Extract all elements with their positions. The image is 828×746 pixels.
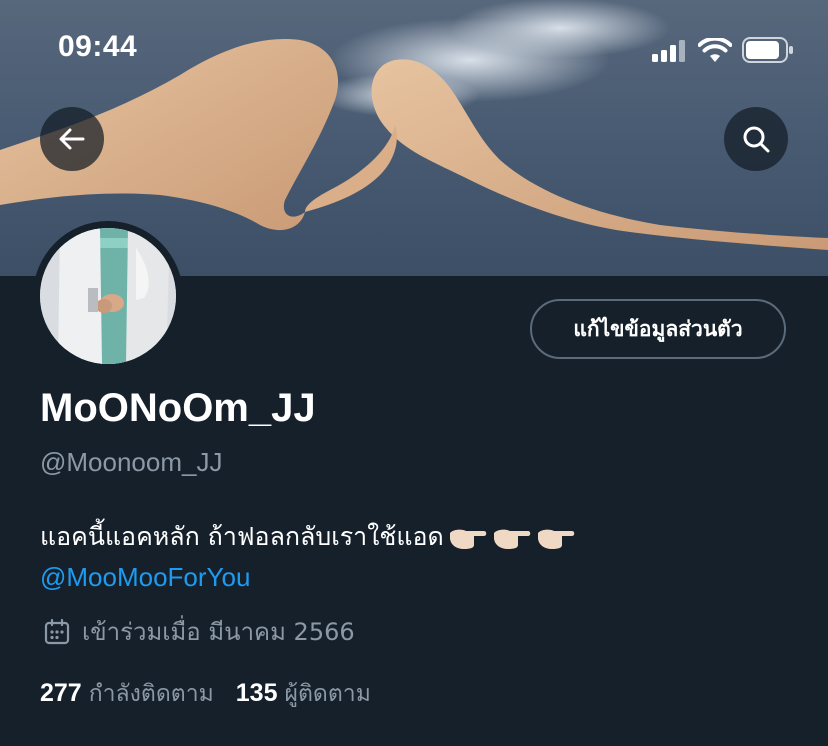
following-link[interactable]: 277 กำลังติดตาม bbox=[40, 676, 236, 712]
status-time: 09:44 bbox=[58, 30, 138, 63]
pointing-hand-icon bbox=[493, 529, 531, 549]
calendar-icon bbox=[44, 618, 70, 644]
cellular-signal-icon bbox=[652, 40, 685, 62]
following-count: 277 bbox=[40, 679, 82, 707]
search-icon bbox=[743, 126, 770, 153]
search-button[interactable] bbox=[724, 107, 788, 171]
arrow-left-icon bbox=[59, 128, 85, 150]
followers-label: ผู้ติดตาม bbox=[284, 681, 371, 707]
follow-stats: 277 กำลังติดตาม 135 ผู้ติดตาม bbox=[40, 676, 393, 712]
pointing-hand-icon bbox=[537, 529, 575, 549]
battery-icon bbox=[742, 37, 793, 63]
joined-date: เข้าร่วมเมื่อ มีนาคม 2566 bbox=[44, 612, 355, 651]
avatar[interactable] bbox=[33, 221, 183, 371]
username-handle: @Moonoom_JJ bbox=[40, 447, 223, 477]
bio-mention-link[interactable]: @MooMooForYou bbox=[40, 557, 800, 597]
avatar-image bbox=[40, 228, 176, 364]
wifi-icon bbox=[698, 38, 732, 62]
edit-profile-button[interactable]: แก้ไขข้อมูลส่วนตัว bbox=[530, 299, 786, 359]
followers-count: 135 bbox=[235, 679, 278, 707]
profile-bio: แอคนี้แอคหลัก ถ้าฟอลกลับเราใช้แอด @MooMo… bbox=[40, 517, 800, 597]
following-label: กำลังติดตาม bbox=[88, 681, 214, 707]
back-button[interactable] bbox=[40, 107, 104, 171]
followers-link[interactable]: 135 ผู้ติดตาม bbox=[236, 676, 393, 712]
bio-text: แอคนี้แอคหลัก ถ้าฟอลกลับเราใช้แอด bbox=[40, 522, 444, 551]
pointing-hand-icon bbox=[449, 529, 487, 549]
display-name: MoONoOm_JJ bbox=[40, 386, 316, 430]
joined-text: เข้าร่วมเมื่อ มีนาคม 2566 bbox=[82, 618, 355, 646]
status-bar: 09:44 bbox=[0, 0, 828, 100]
